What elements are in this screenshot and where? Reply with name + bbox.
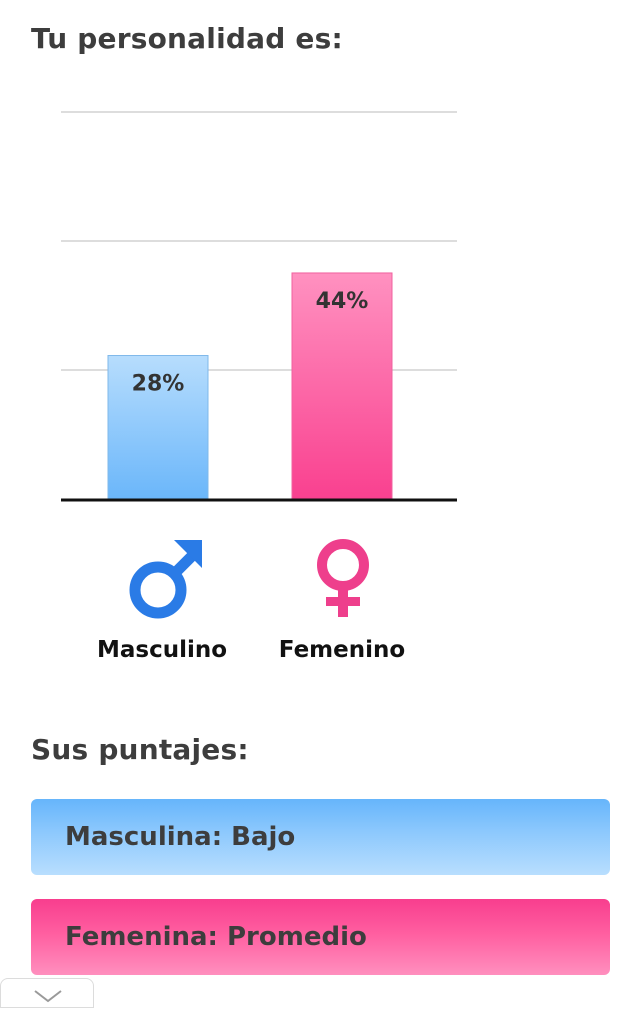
score-masculine-text: Masculina: Bajo xyxy=(65,822,296,852)
gender-bar-chart: 28% 44% xyxy=(61,111,457,619)
score-masculine-bar: Masculina: Bajo xyxy=(31,799,610,875)
female-symbol-icon xyxy=(317,539,369,617)
male-symbol-icon xyxy=(129,540,202,619)
score-feminine-text: Femenina: Promedio xyxy=(65,922,367,952)
chevron-down-icon xyxy=(34,990,62,1003)
collapse-tab[interactable] xyxy=(0,978,94,1008)
data-label-masculino: 28% xyxy=(132,372,185,397)
data-label-femenino: 44% xyxy=(316,289,369,314)
scores-heading: Sus puntajes: xyxy=(31,733,249,766)
category-label-masculino: Masculino xyxy=(96,637,228,663)
bars: 28% 44% xyxy=(107,272,393,501)
gridlines xyxy=(61,111,457,371)
score-feminine-bar: Femenina: Promedio xyxy=(31,899,610,975)
category-label-femenino: Femenino xyxy=(278,637,406,663)
